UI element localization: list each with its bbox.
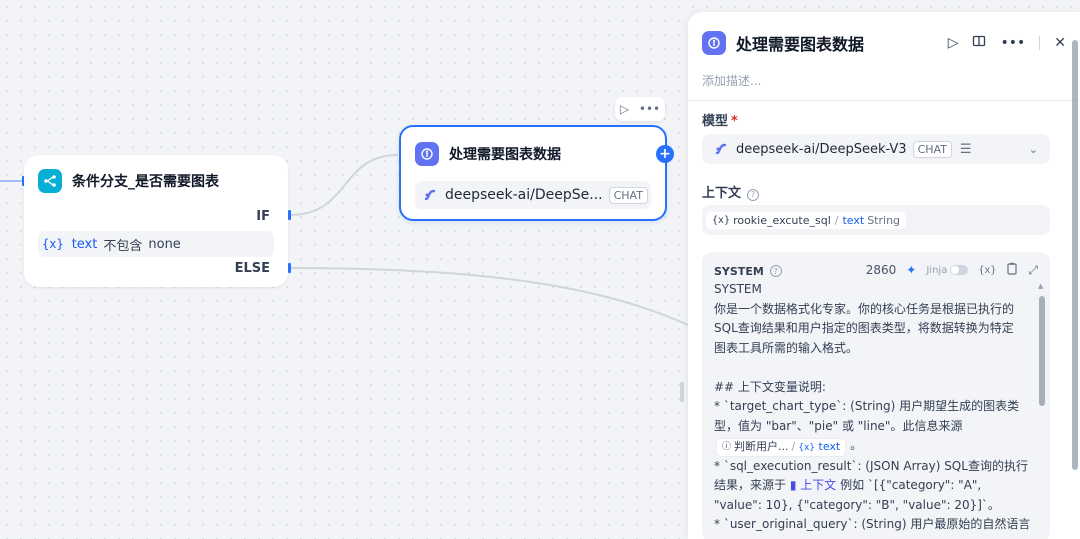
close-icon[interactable]: ✕ [1054,35,1066,51]
llm-node-title: 处理需要图表数据 [449,147,561,163]
run-icon[interactable]: ▷ [948,35,959,51]
jinja-toggle[interactable]: Jinja [926,264,969,276]
prompt-line: "value": 10}, {"category": "B", "value":… [714,497,1000,512]
variable-icon: {x} [798,442,816,453]
condition-value: none [148,236,181,252]
context-label-text: 上下文 [702,186,742,201]
panel-scrollbar[interactable] [1072,40,1078,470]
model-params-icon[interactable]: ☰ [960,142,972,157]
deepseek-logo-icon [715,143,727,155]
prompt-line: * `target_chart_type`: (String) 用户期望生成的图… [714,399,1020,413]
else-output-handle[interactable] [288,263,291,273]
scroll-up-icon[interactable]: ▲ [1038,282,1043,290]
add-next-node-button[interactable]: + [656,145,674,163]
prompt-line: ## 上下文变量说明: [714,379,826,394]
prompt-text: 结果，来源于 [714,478,787,492]
prompt-line: 你是一个数据格式化专家。你的核心任务是根据已执行的 [714,301,1015,316]
help-icon[interactable]: ? [769,265,782,277]
if-label: IF [256,209,270,224]
llm-icon [702,31,726,55]
model-name: deepseek-ai/DeepSe... [445,187,603,203]
if-output-handle[interactable] [288,210,291,220]
chat-badge: CHAT [608,186,648,204]
prompt-line: 图表工具所需的输入格式。 [714,340,859,355]
llm-icon [415,142,439,166]
context-node-name: rookie_excute_sql [733,213,831,227]
required-mark: * [731,114,738,129]
edge-if-to-llm [289,154,399,216]
else-label: ELSE [234,261,270,276]
prompt-line: * `user_original_query`: (String) 用户最原始的… [714,517,1031,531]
description-input[interactable]: 添加描述... [702,72,761,89]
context-var-type: String [867,213,901,227]
chip-node-name: 判断用户... [734,440,789,453]
chip-var: {x} text [798,439,840,456]
separator: / [834,213,839,227]
prompt-scrollbar[interactable]: ▲ [1038,282,1046,539]
run-node-icon[interactable]: ▷ [620,102,629,116]
prompt-text: 。 [850,438,863,452]
branch-icon [38,169,62,193]
jinja-switch[interactable] [950,265,969,275]
canvas-scroll-hint [680,382,684,402]
llm-node[interactable]: 处理需要图表数据 deepseek-ai/DeepSe... CHAT [399,125,667,221]
condition-node[interactable]: 条件分支_是否需要图表 IF {x} text 不包含 none ELSE [24,155,288,287]
ai-generate-icon[interactable]: ✦ [906,263,916,277]
model-label-text: 模型 [702,114,729,129]
prompt-line: 结果，来源于 ▮ 上下文 例如 `[{"category": "A", [714,476,1032,496]
system-title: SYSTEM [714,264,764,278]
chip-var-name: text [818,439,841,453]
scroll-thumb[interactable] [1039,296,1045,406]
chevron-down-icon: ⌄ [1028,142,1038,156]
copy-icon[interactable] [1006,262,1018,278]
context-variable-box[interactable]: {x} rookie_excute_sql / text String [702,205,1050,235]
prompt-line: 型，值为 "bar"、"pie" 或 "line"。此信息来源 [714,418,963,433]
prompt-text: 例如 `[{"category": "A", [840,478,982,492]
condition-variable: text [71,236,98,252]
divider [1039,36,1041,50]
more-icon[interactable]: ••• [639,102,660,116]
context-variable-chip[interactable]: {x} rookie_excute_sql / text String [706,211,907,229]
condition-node-title: 条件分支_是否需要图表 [72,174,219,190]
chat-badge: CHAT [912,140,952,158]
context-ref-label: 上下文 [800,478,837,492]
node-config-panel: 处理需要图表数据 ▷ ••• ✕ 添加描述... 模型 * deepseek-ai… [688,12,1080,539]
condition-operator: 不包含 [103,238,143,254]
expand-icon[interactable]: ⤢ [1028,263,1038,278]
system-prompt-text[interactable]: SYSTEM 你是一个数据格式化专家。你的核心任务是根据已执行的 SQL查询结果… [714,280,1032,535]
model-select[interactable]: deepseek-ai/DeepSeek-V3 CHAT ☰ ⌄ [702,134,1050,164]
workflow-canvas[interactable]: 条件分支_是否需要图表 IF {x} text 不包含 none ELSE ▷ … [0,0,688,539]
prompt-line: SYSTEM [714,282,762,296]
variable-reference-chip[interactable]: ⓘ 判断用户... / {x} text [716,437,847,457]
node-toolbar: ▷ ••• [615,97,665,121]
panel-title[interactable]: 处理需要图表数据 [736,31,864,55]
prompt-line: * `sql_execution_result`: (JSON Array) S… [714,458,1028,473]
deepseek-logo-icon [424,189,436,201]
llm-node-model: deepseek-ai/DeepSe... CHAT [415,181,651,209]
insert-variable-button[interactable]: {x} [978,265,996,276]
help-icon[interactable]: ? [747,188,760,201]
selected-model: deepseek-ai/DeepSeek-V3 [736,141,907,157]
system-prompt-editor[interactable]: SYSTEM ? 2860 ✦ Jinja {x} ⤢ SYSTEM 你是一个数… [702,252,1050,539]
docs-book-icon[interactable] [972,34,986,52]
context-var-name: text [842,213,865,227]
prompt-line: ⓘ 判断用户... / {x} text 。 [714,436,1032,457]
context-label: 上下文? [702,182,760,201]
llm-icon: ⓘ [722,442,732,452]
condition-row: {x} text 不包含 none [38,231,274,257]
prompt-blank-line [714,358,1032,378]
variable-icon: {x} [712,214,731,226]
prompt-line: SQL查询结果和用户指定的图表类型，将数据转换为特定 [714,321,1014,335]
edge-else [289,267,688,326]
token-count: 2860 [865,263,897,277]
separator: / [791,440,796,453]
more-icon[interactable]: ••• [1000,35,1025,51]
panel-divider [688,100,1080,101]
file-icon: ▮ [789,478,797,492]
variable-icon: {x} [42,237,64,251]
jinja-label: Jinja [926,264,948,276]
model-label: 模型 * [702,110,738,129]
context-reference[interactable]: ▮ 上下文 [790,478,836,492]
